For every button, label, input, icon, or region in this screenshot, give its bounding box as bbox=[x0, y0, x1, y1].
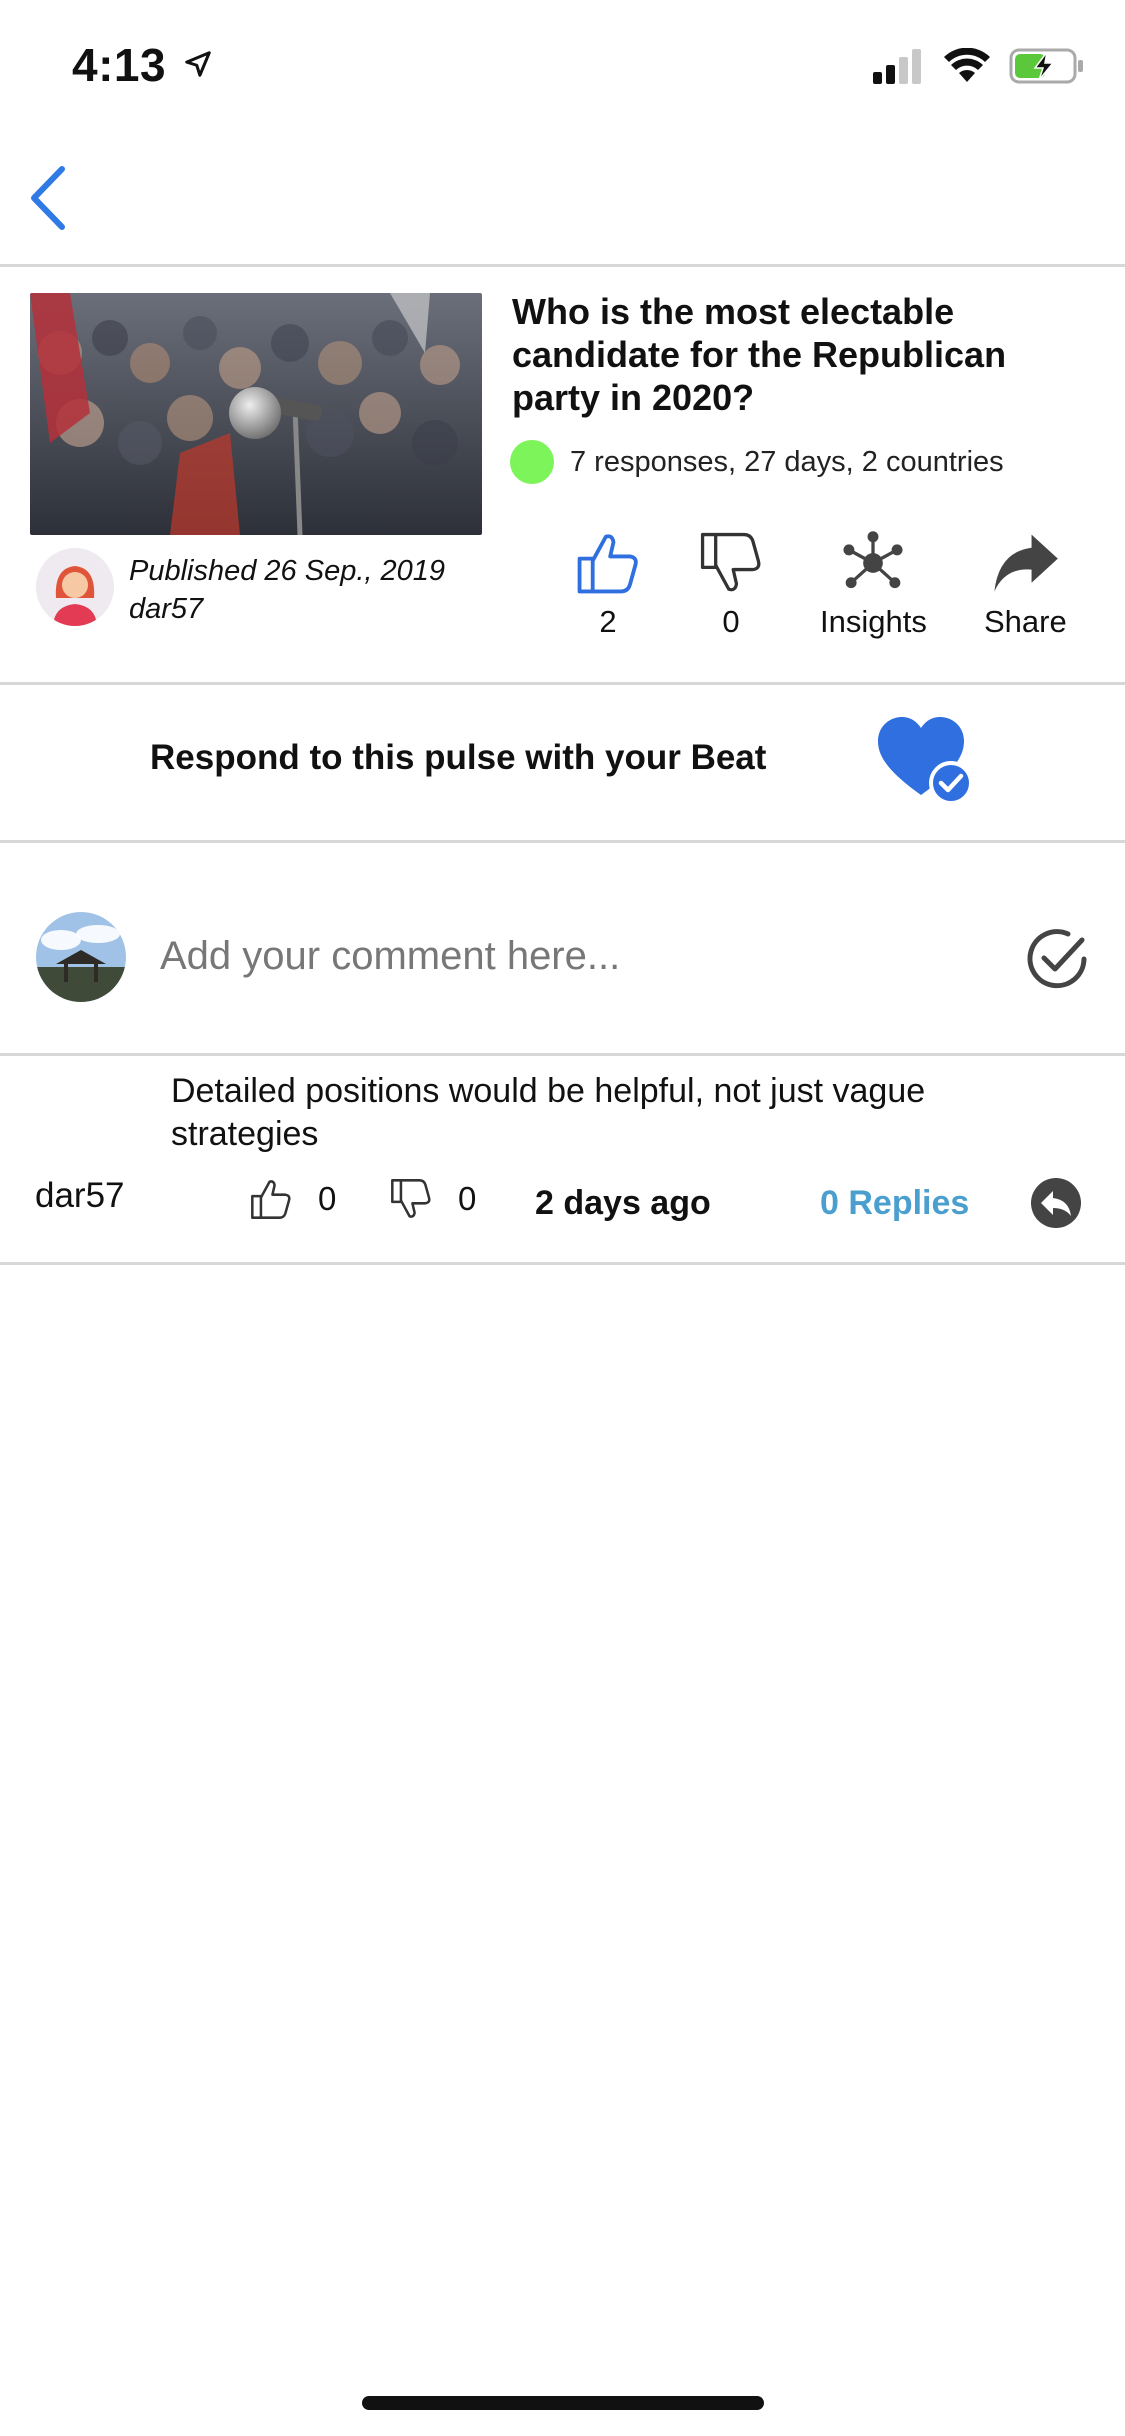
thumbs-down-icon bbox=[391, 1179, 431, 1218]
post-title: Who is the most electable candidate for … bbox=[512, 291, 1007, 418]
published-info: Published 26 Sep., 2019 dar57 bbox=[129, 552, 445, 628]
status-dot bbox=[510, 440, 554, 484]
post-meta: 7 responses, 27 days, 2 countries bbox=[510, 440, 1004, 484]
comment-dislike-button[interactable]: 0 bbox=[388, 1176, 476, 1222]
reply-icon[interactable] bbox=[1031, 1178, 1081, 1228]
user-avatar[interactable] bbox=[36, 912, 126, 1002]
status-time: 4:13 bbox=[72, 38, 213, 92]
submit-check-icon[interactable] bbox=[1024, 926, 1090, 992]
status-indicators bbox=[871, 48, 1085, 84]
share-label: Share bbox=[984, 604, 1067, 639]
share-button[interactable]: Share bbox=[984, 528, 1067, 640]
replies-link[interactable]: 0 Replies bbox=[820, 1184, 969, 1223]
insights-button[interactable]: Insights bbox=[820, 528, 927, 640]
like-button[interactable]: 2 bbox=[573, 528, 643, 640]
back-button[interactable] bbox=[18, 160, 78, 236]
header-divider bbox=[0, 264, 1125, 267]
thumbs-down-icon bbox=[700, 532, 761, 592]
published-date: Published 26 Sep., 2019 bbox=[129, 555, 446, 587]
insights-label: Insights bbox=[820, 604, 927, 639]
comment-timestamp: 2 days ago bbox=[535, 1184, 711, 1222]
like-count: 2 bbox=[599, 604, 617, 639]
comment-input[interactable] bbox=[158, 920, 1002, 992]
respond-label[interactable]: Respond to this pulse with your Beat bbox=[150, 738, 766, 778]
composer-divider bbox=[0, 1053, 1125, 1056]
comment-username[interactable]: dar57 bbox=[35, 1176, 125, 1216]
home-indicator bbox=[362, 2396, 764, 2410]
cellular-signal-icon bbox=[873, 49, 921, 84]
post-stats: 7 responses, 27 days, 2 countries bbox=[570, 445, 1004, 478]
dislike-count: 0 bbox=[722, 604, 740, 639]
thumbs-up-icon bbox=[577, 534, 638, 594]
author-name[interactable]: dar57 bbox=[129, 590, 445, 628]
post-divider bbox=[0, 682, 1125, 685]
heart-check-icon[interactable] bbox=[876, 715, 976, 805]
location-arrow-icon bbox=[185, 51, 212, 77]
respond-divider bbox=[0, 840, 1125, 843]
network-icon bbox=[843, 531, 903, 589]
comment-like-button[interactable]: 0 bbox=[248, 1176, 336, 1222]
thumbs-up-icon bbox=[251, 1180, 291, 1219]
dislike-button[interactable]: 0 bbox=[696, 528, 766, 640]
battery-charging-icon bbox=[1009, 48, 1083, 84]
chevron-left-icon bbox=[31, 166, 65, 230]
comment-like-count: 0 bbox=[318, 1180, 337, 1217]
comment-dislike-count: 0 bbox=[458, 1180, 477, 1217]
post-image bbox=[30, 293, 482, 535]
comment-divider bbox=[0, 1262, 1125, 1265]
wifi-icon bbox=[944, 48, 990, 82]
comment-text: Detailed positions would be helpful, not… bbox=[171, 1072, 926, 1153]
author-avatar[interactable] bbox=[36, 548, 114, 626]
share-arrow-icon bbox=[994, 534, 1059, 592]
